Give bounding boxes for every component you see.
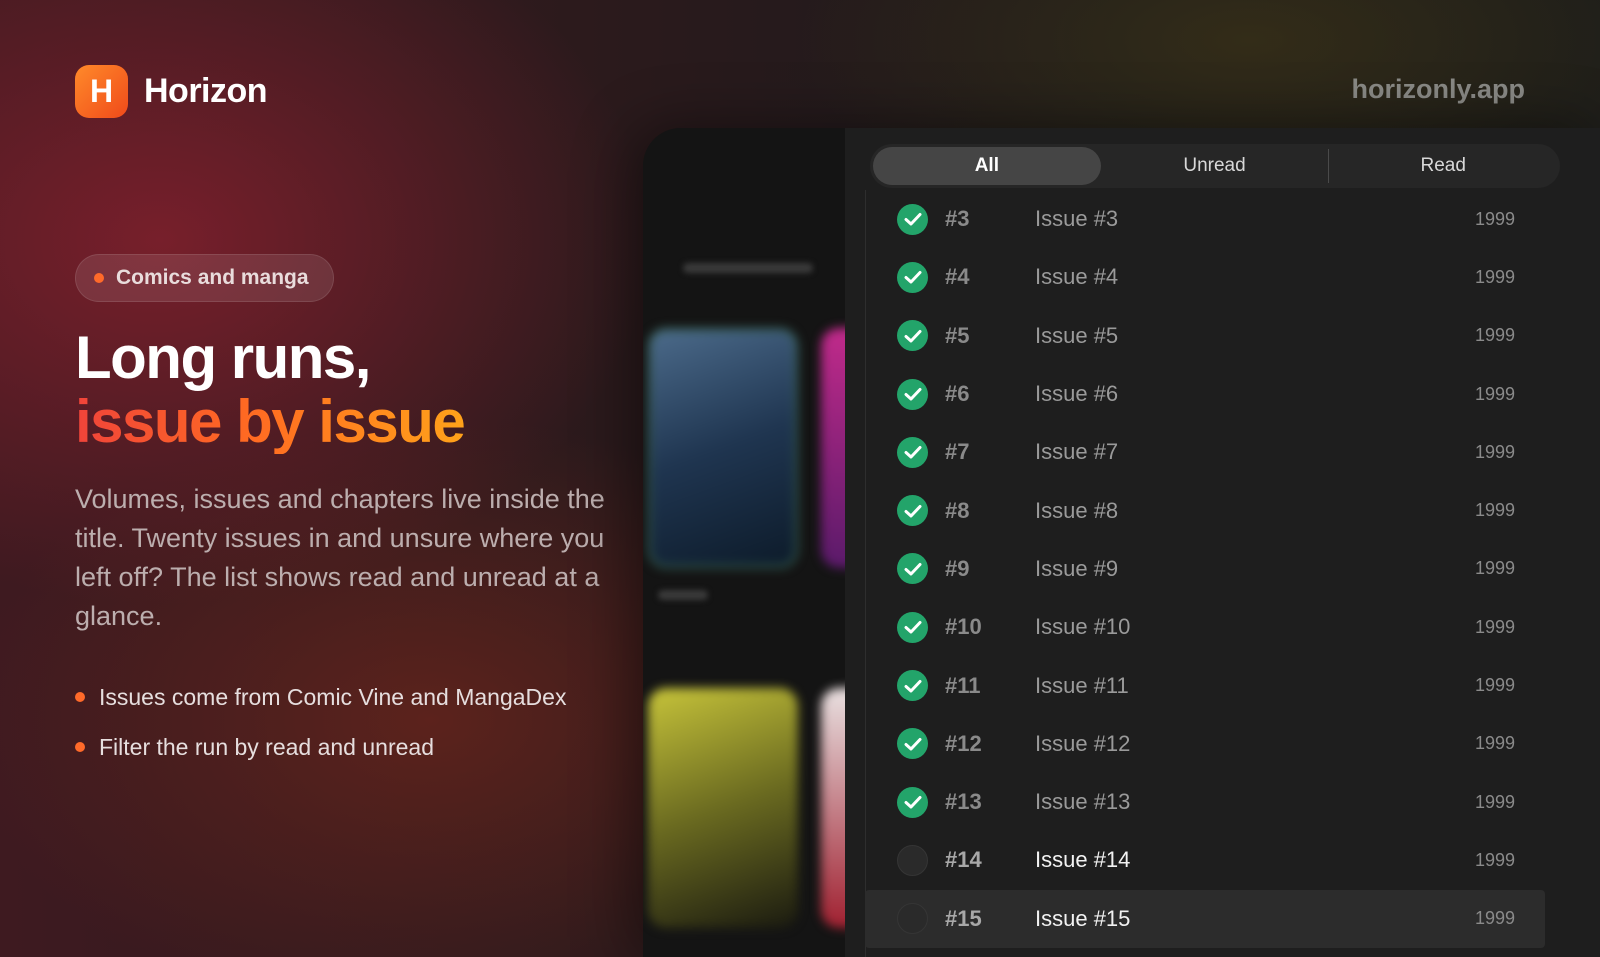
issue-title: Issue #11 [1035, 672, 1129, 698]
issue-title: Issue #13 [1035, 789, 1131, 815]
tab-all[interactable]: All [873, 147, 1101, 185]
issue-list: #3 Issue #3 1999 #4 Issue #4 1999 #5 Issue #5 19… [865, 190, 1545, 948]
issue-row[interactable]: #6 Issue #6 1999 [865, 365, 1545, 423]
unread-circle-icon[interactable] [897, 903, 928, 935]
brand-logo: H Horizon [75, 65, 268, 118]
app-window: All Unread Read #3 Issue #3 1999 #4 Issue #4… [643, 128, 1600, 957]
issue-title: Issue #7 [1035, 439, 1119, 465]
issue-row[interactable]: #3 Issue #3 1999 [865, 190, 1545, 248]
issue-number: #3 [945, 206, 970, 232]
issue-year: 1999 [1474, 266, 1515, 287]
issue-title: Issue #8 [1035, 497, 1119, 523]
issue-year: 1999 [1474, 208, 1515, 229]
issue-number: #7 [945, 439, 970, 465]
headline-line-1: Long runs, [75, 324, 371, 391]
bullet-dot-icon [75, 692, 85, 702]
issue-number: #5 [945, 322, 970, 348]
feature-bullet-text: Filter the run by read and unread [99, 733, 434, 760]
issue-year: 1999 [1474, 500, 1515, 521]
issue-title: Issue #4 [1035, 264, 1119, 290]
issue-row[interactable]: #8 Issue #8 1999 [865, 481, 1545, 539]
issue-year: 1999 [1474, 908, 1515, 929]
issue-title: Issue #9 [1035, 555, 1119, 581]
issue-row[interactable]: #10 Issue #10 1999 [865, 598, 1545, 656]
issue-number: #12 [945, 730, 982, 756]
issue-row[interactable]: #4 Issue #4 1999 [865, 248, 1545, 306]
site-url[interactable]: horizonly.app [1352, 74, 1526, 105]
issue-title: Issue #6 [1035, 381, 1119, 407]
read-check-icon[interactable] [897, 320, 928, 352]
issue-year: 1999 [1474, 441, 1515, 462]
blurred-cover [648, 328, 798, 568]
read-check-icon[interactable] [897, 728, 928, 760]
blurred-cover [821, 328, 845, 568]
issue-row[interactable]: #11 Issue #11 1999 [865, 656, 1545, 714]
issue-year: 1999 [1474, 616, 1515, 637]
issue-title: Issue #5 [1035, 322, 1119, 348]
issue-number: #11 [945, 672, 981, 698]
issue-title: Issue #14 [1035, 847, 1131, 873]
issue-row[interactable]: #5 Issue #5 1999 [865, 307, 1545, 365]
read-check-icon[interactable] [897, 670, 928, 702]
issue-year: 1999 [1474, 383, 1515, 404]
read-check-icon[interactable] [897, 611, 928, 643]
issue-title: Issue #15 [1035, 905, 1131, 931]
issue-list-pane: All Unread Read #3 Issue #3 1999 #4 Issue #4… [845, 128, 1600, 957]
issue-number: #8 [945, 497, 970, 523]
headline-line-2: issue by issue [75, 388, 466, 455]
filter-segmented-control: All Unread Read [870, 144, 1560, 188]
tab-unread[interactable]: Unread [1101, 147, 1329, 185]
tab-read[interactable]: Read [1329, 147, 1557, 185]
read-check-icon[interactable] [897, 378, 928, 410]
read-check-icon[interactable] [897, 203, 928, 235]
issue-title: Issue #12 [1035, 730, 1131, 756]
feature-bullet: Filter the run by read and unread [75, 722, 566, 772]
feature-bullets: Issues come from Comic Vine and MangaDex… [75, 672, 566, 772]
logo-mark: H [75, 65, 128, 118]
issue-year: 1999 [1474, 675, 1515, 696]
issue-number: #9 [945, 555, 970, 581]
issue-year: 1999 [1474, 325, 1515, 346]
blurred-caption [658, 590, 708, 600]
issue-year: 1999 [1474, 791, 1515, 812]
issue-number: #6 [945, 381, 970, 407]
issue-number: #14 [945, 847, 982, 873]
issue-number: #4 [945, 264, 970, 290]
issue-year: 1999 [1474, 849, 1515, 870]
issue-row[interactable]: #7 Issue #7 1999 [865, 423, 1545, 481]
issue-number: #15 [945, 905, 982, 931]
issue-title: Issue #10 [1035, 614, 1131, 640]
feature-bullet-text: Issues come from Comic Vine and MangaDex [99, 683, 567, 710]
issue-row[interactable]: #15 Issue #15 1999 [865, 889, 1545, 948]
blurred-cover [648, 688, 798, 928]
issue-row[interactable]: #14 Issue #14 1999 [865, 831, 1545, 889]
issue-row[interactable]: #9 Issue #9 1999 [865, 540, 1545, 598]
read-check-icon[interactable] [897, 786, 928, 818]
issue-number: #13 [945, 789, 982, 815]
issue-row[interactable]: #13 Issue #13 1999 [865, 773, 1545, 831]
issue-title: Issue #3 [1035, 206, 1119, 232]
read-check-icon[interactable] [897, 436, 928, 468]
read-check-icon[interactable] [897, 261, 928, 293]
read-check-icon[interactable] [897, 553, 928, 585]
pill-dot-icon [94, 273, 104, 283]
blurred-heading [683, 263, 813, 273]
hero-headline: Long runs, issue by issue [75, 324, 466, 455]
feature-bullet: Issues come from Comic Vine and MangaDex [75, 672, 566, 722]
blurred-cover [821, 688, 845, 928]
category-pill-label: Comics and manga [116, 266, 309, 289]
brand-name: Horizon [144, 72, 268, 110]
issue-year: 1999 [1474, 558, 1515, 579]
read-check-icon[interactable] [897, 495, 928, 527]
issue-number: #10 [945, 614, 982, 640]
hero-description: Volumes, issues and chapters live inside… [75, 484, 605, 631]
blurred-covers-pane [643, 128, 845, 957]
unread-circle-icon[interactable] [897, 844, 928, 876]
issue-row[interactable]: #12 Issue #12 1999 [865, 715, 1545, 773]
category-pill: Comics and manga [75, 254, 334, 302]
issue-year: 1999 [1474, 733, 1515, 754]
bullet-dot-icon [75, 742, 85, 752]
